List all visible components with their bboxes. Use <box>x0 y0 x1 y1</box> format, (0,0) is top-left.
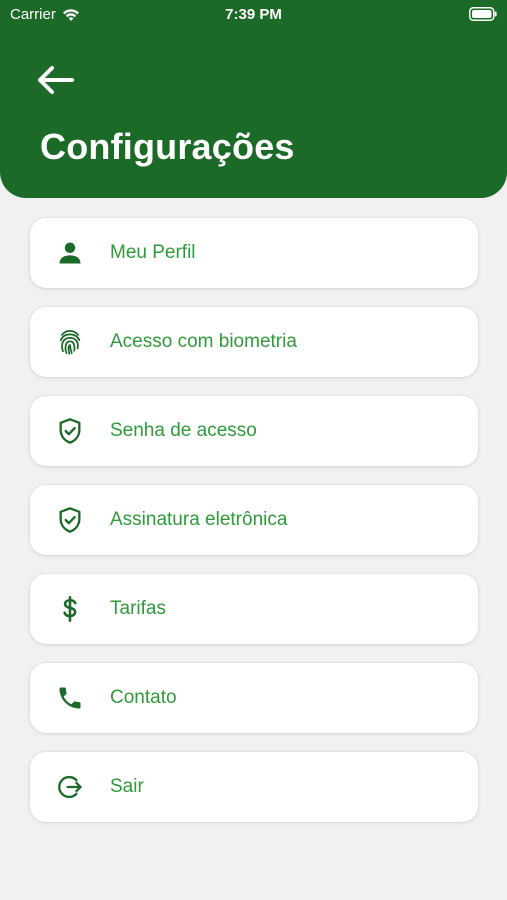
person-icon <box>59 242 81 264</box>
logout-icon <box>58 775 82 799</box>
menu-item-meu-perfil[interactable]: Meu Perfil <box>30 218 478 288</box>
back-button[interactable] <box>30 58 80 102</box>
menu-item-label: Assinatura eletrônica <box>110 509 288 530</box>
menu-item-label: Senha de acesso <box>110 420 257 441</box>
menu-item-label: Acesso com biometria <box>110 331 297 352</box>
menu-item-contato[interactable]: Contato <box>30 663 478 733</box>
menu-item-sair[interactable]: Sair <box>30 752 478 822</box>
shield-check-icon <box>59 507 81 533</box>
header: Carrier 7:39 PM Configurações <box>0 0 507 198</box>
status-bar: Carrier 7:39 PM <box>0 0 507 30</box>
dollar-icon <box>63 596 77 622</box>
battery-icon <box>469 7 497 21</box>
menu-item-biometria[interactable]: Acesso com biometria <box>30 307 478 377</box>
fingerprint-icon <box>59 330 81 355</box>
menu-item-label: Sair <box>110 776 144 797</box>
arrow-left-icon <box>38 66 74 94</box>
settings-menu: Meu Perfil Acesso com biometria Senha de… <box>30 218 478 822</box>
phone-icon <box>59 687 81 709</box>
menu-item-label: Meu Perfil <box>110 242 196 263</box>
shield-check-icon <box>59 418 81 444</box>
page-title: Configurações <box>40 126 295 167</box>
menu-item-label: Contato <box>110 687 177 708</box>
status-time: 7:39 PM <box>225 6 282 23</box>
menu-item-assinatura[interactable]: Assinatura eletrônica <box>30 485 478 555</box>
menu-item-label: Tarifas <box>110 598 166 619</box>
menu-item-senha[interactable]: Senha de acesso <box>30 396 478 466</box>
menu-item-tarifas[interactable]: Tarifas <box>30 574 478 644</box>
